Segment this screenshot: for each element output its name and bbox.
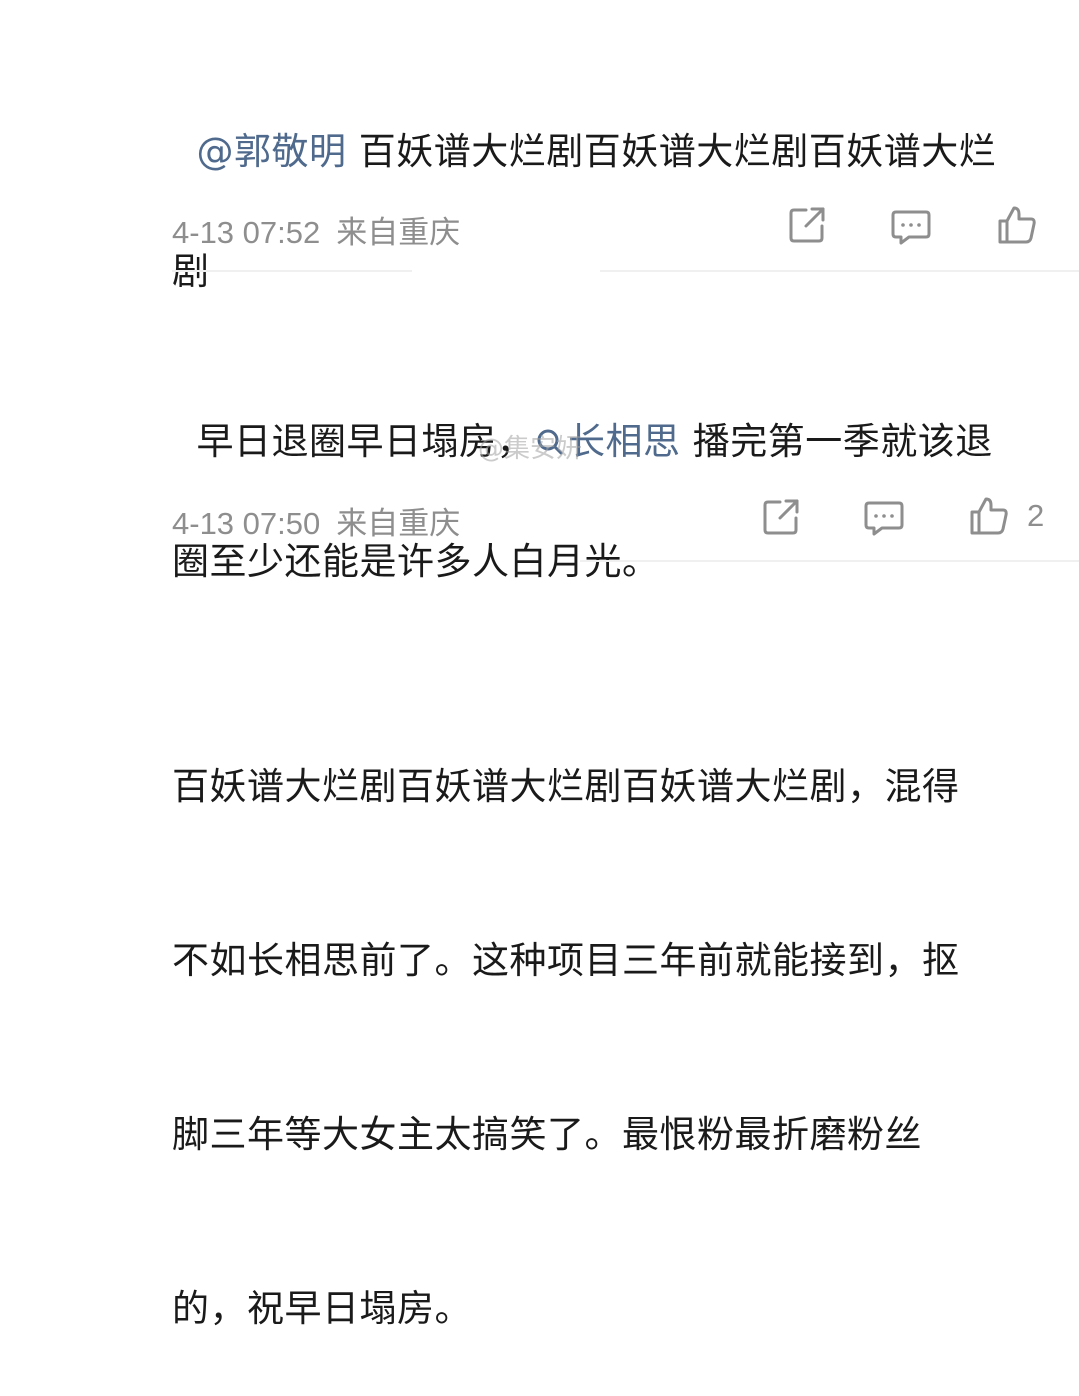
comment-2-location: 来自重庆 bbox=[336, 506, 461, 541]
comment-2-text-after: 播完第一季就该退 bbox=[680, 420, 993, 463]
comment-3-text: 百妖谱大烂剧百妖谱大烂剧百妖谱大烂剧，混得 不如长相思前了。这种项目三年前就能接… bbox=[172, 642, 1052, 1396]
comment-icon[interactable] bbox=[863, 497, 905, 539]
comment-2-meta: 4-13 07:50 来自重庆 bbox=[172, 498, 476, 543]
like-icon[interactable] bbox=[968, 495, 1010, 537]
comment-1-meta: 4-13 07:52 来自重庆 bbox=[172, 207, 476, 252]
comment-3-line: 百妖谱大烂剧百妖谱大烂剧百妖谱大烂剧，混得 bbox=[172, 765, 960, 808]
comment-1-location: 来自重庆 bbox=[336, 215, 461, 250]
comment-1-line1: 百妖谱大烂剧百妖谱大烂剧百妖谱大烂 bbox=[346, 130, 997, 173]
comment-3-line: 脚三年等大女主太搞笑了。最恨粉最折磨粉丝 bbox=[172, 1113, 922, 1156]
mention-link[interactable]: @郭敬明 bbox=[197, 130, 347, 173]
comment-3-line: 的，祝早日塌房。 bbox=[172, 1287, 472, 1330]
comment-3-line: 不如长相思前了。这种项目三年前就能接到，抠 bbox=[172, 939, 960, 982]
like-icon[interactable] bbox=[996, 204, 1038, 246]
share-icon[interactable] bbox=[786, 204, 828, 246]
topic-label: 长相思 bbox=[568, 420, 681, 463]
divider bbox=[580, 560, 1079, 562]
divider bbox=[172, 270, 412, 272]
share-icon[interactable] bbox=[760, 496, 802, 538]
like-count: 2 bbox=[1027, 498, 1045, 533]
comment-icon[interactable] bbox=[890, 206, 932, 248]
comment-2-date: 4-13 07:50 bbox=[172, 506, 321, 541]
comment-1-date: 4-13 07:52 bbox=[172, 215, 321, 250]
divider bbox=[600, 270, 1079, 272]
watermark: @集安妍 bbox=[478, 434, 583, 464]
